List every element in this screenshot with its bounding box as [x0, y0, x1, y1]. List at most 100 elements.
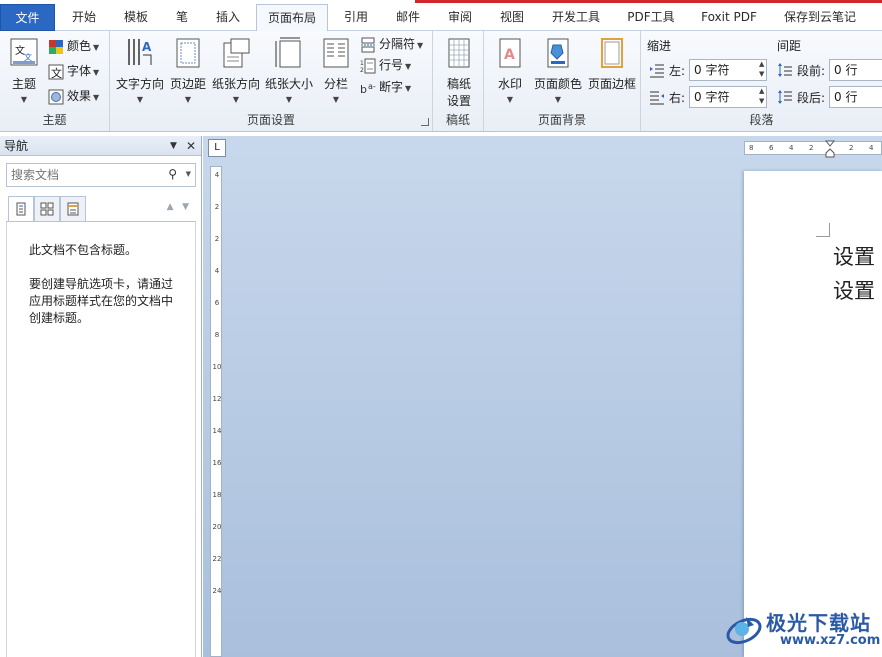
tab-developer[interactable]: 开发工具 [540, 4, 612, 31]
nav-help-text-line3: 创建标题。 [29, 311, 90, 325]
theme-icon: 文文 [10, 38, 38, 66]
breaks-button[interactable]: 分隔符 ▼ [360, 33, 423, 55]
spin-up-icon[interactable]: ▲ [759, 60, 767, 68]
tab-references[interactable]: 引用 [332, 4, 380, 31]
svg-text:a-: a- [368, 82, 376, 91]
tab-results-view[interactable] [60, 196, 86, 222]
ruler-tick-label: 22 [212, 555, 222, 563]
columns-label: 分栏 [323, 77, 348, 91]
draft-paper-group-label: 稿纸 [445, 113, 470, 127]
spacing-after-input[interactable]: 0 行 [829, 86, 882, 108]
indent-left-input[interactable]: 0 字符 [689, 59, 767, 81]
draft-paper-group: 稿纸 设置 稿纸 [433, 31, 484, 131]
page-size-label: 纸张大小 [264, 77, 313, 91]
chevron-up-icon[interactable]: ▲ [167, 202, 174, 212]
tab-headings-view[interactable] [8, 196, 34, 222]
tab-home[interactable]: 开始 [60, 4, 108, 31]
theme-effects-button[interactable]: 效果 ▼ [48, 85, 99, 107]
line-numbers-label: 行号 [379, 58, 404, 72]
chevron-down-icon: ▼ [405, 62, 412, 71]
spacing-before-input[interactable]: 0 行 [829, 59, 882, 81]
draft-settings-button[interactable]: 稿纸 设置 [439, 37, 479, 109]
text-direction-icon: A [128, 39, 152, 65]
draft-settings-label-line1: 稿纸 [446, 77, 471, 91]
navigation-pane: 导航 ▼ ✕ ⚲ ▼ ▲ ▼ 此文档不包含标题。 要创建导航选项卡，请通过 应用… [0, 136, 202, 657]
svg-text:文: 文 [24, 52, 32, 62]
spacing-title: 间距 [777, 39, 802, 53]
ruler-tick-label: 2 [214, 203, 220, 211]
pages-view-icon [40, 202, 54, 216]
page-borders-button[interactable]: 页面边框 [586, 37, 638, 92]
tab-page-layout[interactable]: 页面布局 [256, 4, 328, 32]
orientation-button[interactable]: 纸张方向 ▼ [210, 37, 262, 104]
nav-search-box: ⚲ ▼ [6, 163, 196, 187]
indent-left-label: 左: [669, 64, 686, 78]
chevron-down-icon: ▼ [332, 95, 340, 104]
search-icon[interactable]: ⚲ [168, 167, 177, 181]
spacing-before-label: 段前: [797, 64, 826, 78]
indent-right-control: 右: 0 字符 ▲ ▼ [649, 86, 769, 108]
indent-right-input[interactable]: 0 字符 [689, 86, 767, 108]
ruler-tick-label: 14 [212, 427, 222, 435]
theme-colors-button[interactable]: 颜色 ▼ [48, 35, 99, 57]
tab-pen[interactable]: 笔 [164, 4, 200, 31]
spin-down-icon[interactable]: ▼ [759, 70, 767, 78]
spin-down-icon[interactable]: ▼ [759, 97, 767, 105]
watermark-label: 水印 [497, 77, 522, 91]
tab-review[interactable]: 审阅 [436, 4, 484, 31]
spin-up-icon[interactable]: ▲ [759, 87, 767, 95]
tab-pdf-tools[interactable]: PDF工具 [616, 4, 686, 31]
indent-title: 缩进 [647, 39, 672, 53]
document-text-line[interactable]: 设置 [833, 275, 875, 305]
title-accent-line [415, 0, 882, 3]
tab-selector[interactable]: L [208, 139, 226, 157]
tab-file[interactable]: 文件 [0, 4, 55, 31]
theme-fonts-button[interactable]: 文字体 ▼ [48, 60, 99, 82]
tab-insert[interactable]: 插入 [204, 4, 252, 31]
close-icon[interactable]: ✕ [186, 136, 196, 156]
hyphenation-button[interactable]: b a- 断字 ▼ [360, 76, 411, 98]
page-size-button[interactable]: 纸张大小 ▼ [264, 37, 314, 104]
indent-right-icon [650, 91, 664, 105]
tab-mailings[interactable]: 邮件 [384, 4, 432, 31]
font-icon: 文 [48, 64, 64, 80]
draft-paper-icon [448, 38, 470, 68]
document-page[interactable]: 设置 设置 [744, 171, 882, 657]
tab-pages-view[interactable] [34, 196, 60, 222]
text-direction-button[interactable]: A 文字方向 ▼ [114, 37, 166, 104]
page-color-button[interactable]: 页面颜色 ▼ [532, 37, 584, 104]
watermark-button[interactable]: A 水印 ▼ [492, 37, 528, 104]
nav-search-input[interactable] [7, 164, 157, 186]
page-setup-dialog-launcher[interactable] [421, 118, 429, 126]
paragraph-group: 缩进 间距 左: 0 字符 ▲ ▼ 右: 0 字符 ▲ ▼ 段前: 0 行 段后… [641, 31, 882, 131]
pane-options-icon[interactable]: ▼ [170, 136, 177, 156]
chevron-down-icon: ▼ [136, 95, 144, 104]
horizontal-ruler: 8 6 4 2 2 4 [744, 140, 882, 158]
effects-icon [48, 89, 64, 104]
ruler-tick-label: 10 [212, 363, 222, 371]
spacing-before-icon [778, 63, 792, 77]
chevron-down-icon[interactable]: ▼ [186, 170, 191, 178]
tab-view[interactable]: 视图 [488, 4, 536, 31]
ruler-tick-label: 18 [212, 491, 222, 499]
headings-view-icon [16, 202, 26, 216]
chevron-down-icon: ▼ [93, 43, 100, 52]
indent-left-control: 左: 0 字符 ▲ ▼ [649, 59, 769, 81]
tab-templates[interactable]: 模板 [112, 4, 160, 31]
ribbon: 文文 主题 ▼ 颜色 ▼ 文字体 ▼ 效果 ▼ 主题 A 文字方向 ▼ 页边距 ▼ 纸… [0, 31, 882, 132]
orientation-icon [223, 38, 250, 68]
chevron-down-icon: ▼ [285, 95, 293, 104]
page-borders-icon [601, 38, 623, 68]
columns-button[interactable]: 分栏 ▼ [318, 37, 354, 104]
tab-save-cloud-note[interactable]: 保存到云笔记 [772, 4, 868, 31]
ruler-tick-label: 24 [212, 587, 222, 595]
paragraph-group-label: 段落 [749, 113, 774, 127]
indent-marker-icon[interactable] [825, 140, 835, 158]
chevron-down-icon[interactable]: ▼ [182, 202, 189, 212]
document-text-line[interactable]: 设置 [833, 241, 875, 271]
ruler-tick-label: 6 [214, 299, 220, 307]
margins-button[interactable]: 页边距 ▼ [168, 37, 208, 104]
line-numbers-button[interactable]: 1 2 行号 ▼ [360, 54, 411, 76]
theme-button[interactable]: 文文 主题 ▼ [6, 37, 42, 104]
tab-foxit-pdf[interactable]: Foxit PDF [690, 4, 768, 31]
